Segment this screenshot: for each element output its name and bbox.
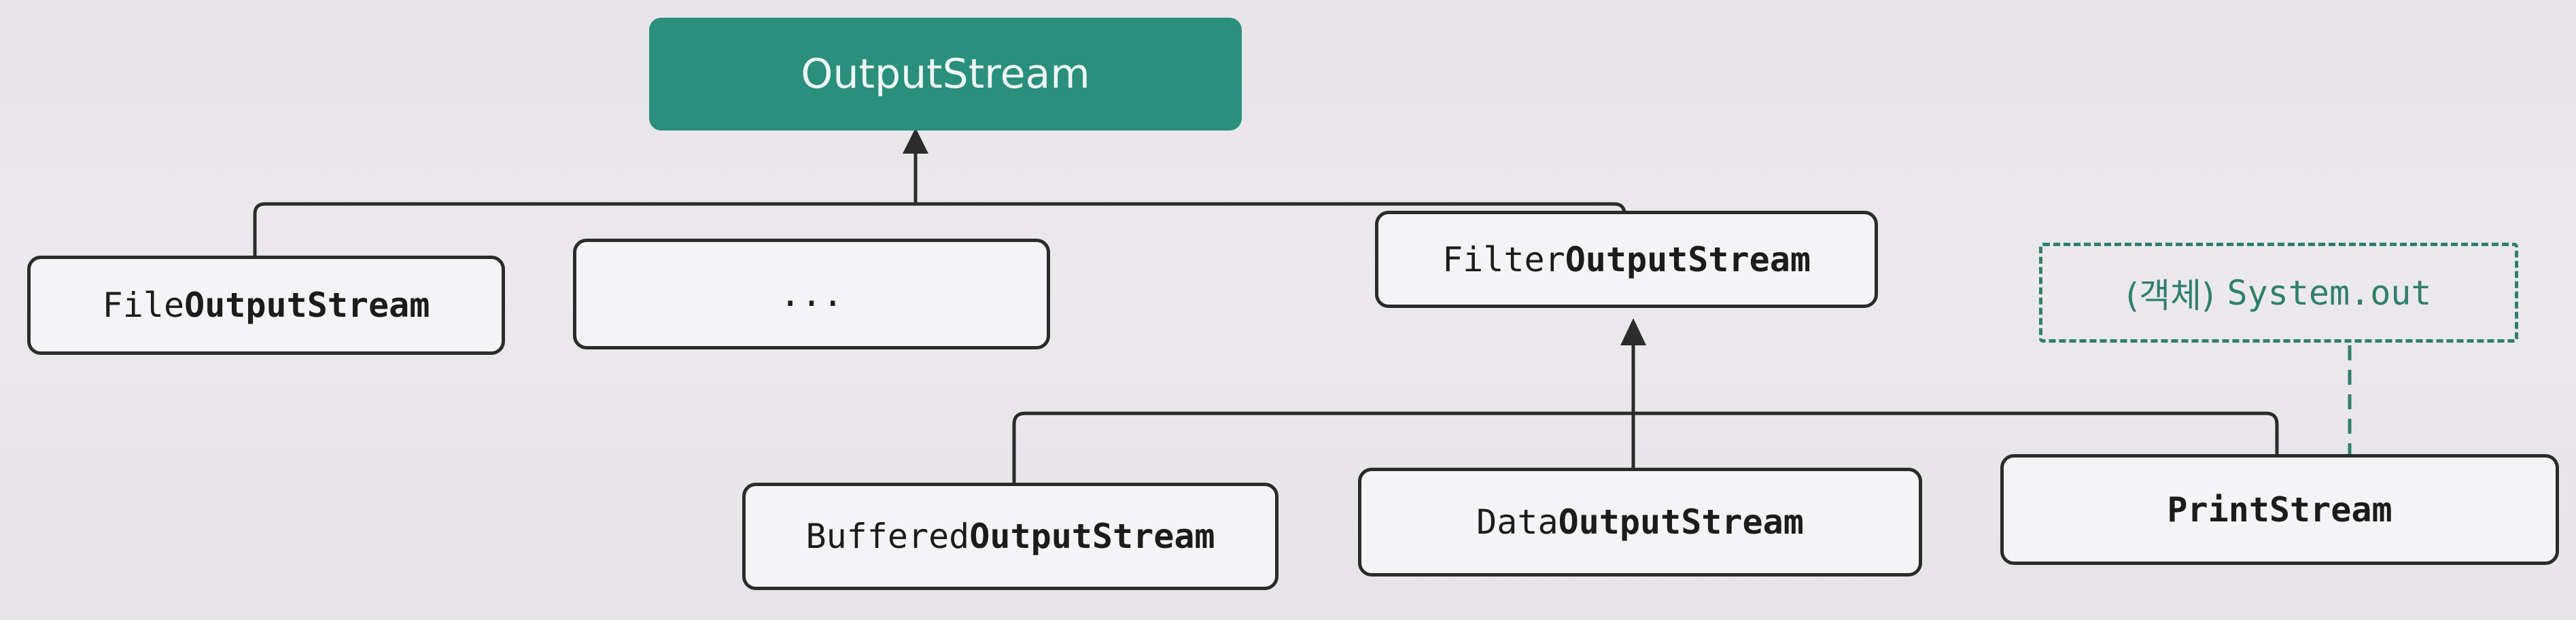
node-outputstream-label: OutputStream [801, 50, 1090, 98]
node-system-out: (객체) System.out [2039, 243, 2518, 343]
node-other-subclasses: ... [573, 239, 1050, 349]
node-printstream: PrintStream [2000, 454, 2559, 565]
node-system-out-korean: (객체) [2125, 275, 2215, 315]
node-bufferedoutputstream: Buffered OutputStream [742, 483, 1278, 590]
node-system-out-label: System.out [2227, 273, 2432, 313]
node-outputstream: OutputStream [649, 18, 1242, 131]
node-filteroutputstream-prefix: Filter [1442, 239, 1565, 279]
node-filteroutputstream: Filter OutputStream [1375, 211, 1878, 308]
node-fileoutputstream-prefix: File [102, 286, 185, 325]
node-dataoutputstream-suffix: OutputStream [1558, 502, 1804, 542]
node-printstream-suffix: PrintStream [2167, 489, 2392, 530]
node-fileoutputstream-suffix: OutputStream [184, 286, 430, 325]
node-bufferedoutputstream-prefix: Buffered [805, 517, 970, 556]
node-other-subclasses-label: ... [780, 273, 843, 315]
node-dataoutputstream-prefix: Data [1476, 502, 1559, 542]
arrowhead-root [903, 128, 928, 154]
class-hierarchy-diagram: OutputStream File OutputStream ... Filter… [0, 0, 2576, 620]
node-bufferedoutputstream-suffix: OutputStream [969, 517, 1215, 556]
node-fileoutputstream: File OutputStream [27, 256, 505, 355]
node-dataoutputstream: Data OutputStream [1358, 468, 1922, 576]
arrowhead-filter [1620, 318, 1646, 345]
node-filteroutputstream-suffix: OutputStream [1565, 239, 1811, 279]
